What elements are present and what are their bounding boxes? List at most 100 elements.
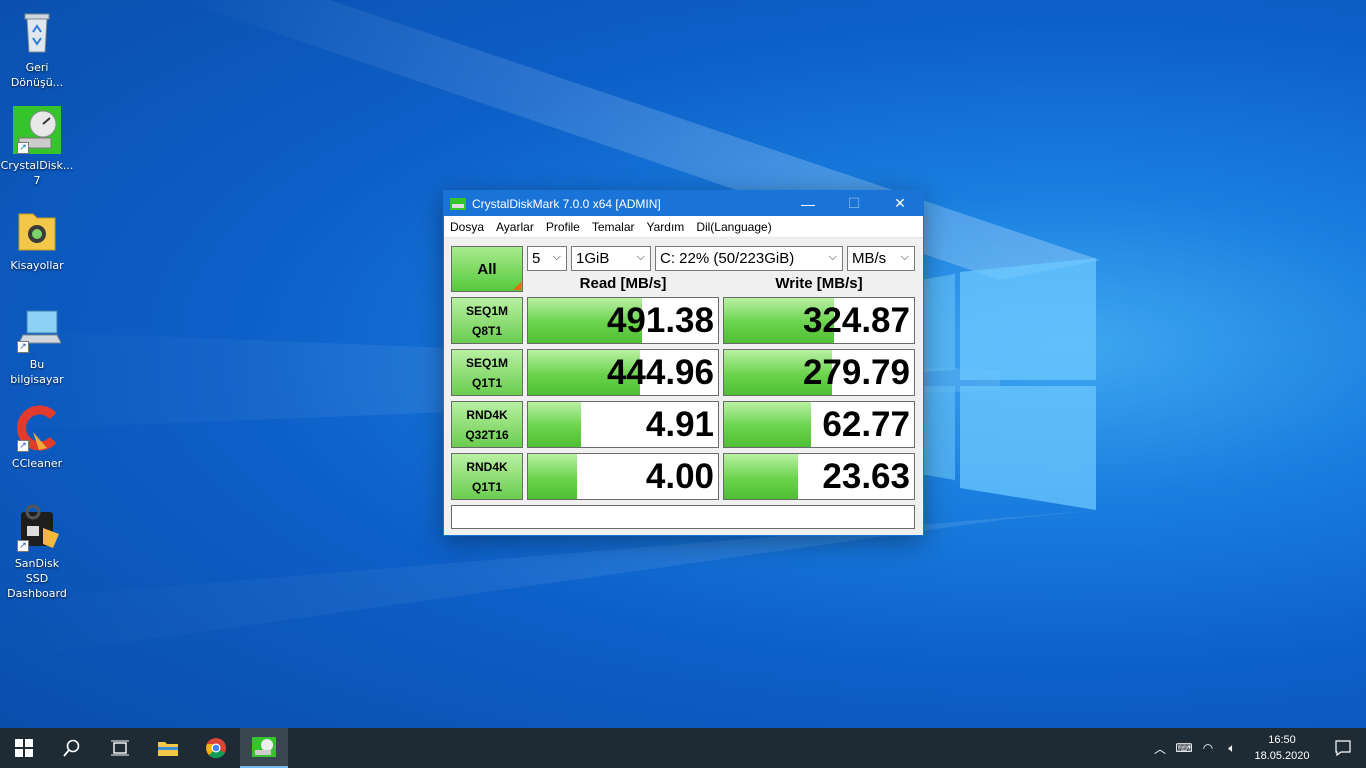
read-value: 4.91: [645, 405, 714, 444]
taskbar-crystaldiskmark[interactable]: [240, 728, 288, 768]
menu-language[interactable]: Dil(Language): [690, 220, 777, 234]
write-progress-bar: [724, 454, 799, 499]
test-button[interactable]: SEQ1M Q1T1: [451, 349, 523, 396]
read-value: 4.00: [645, 457, 714, 496]
desktop-icon-label: Kisayollar: [10, 259, 64, 272]
system-tray: ︿ ⌨ ◠ 🔈︎ 16:50 18.05.2020: [1148, 728, 1366, 768]
unit-value: MB/s: [852, 250, 887, 267]
test-button[interactable]: SEQ1M Q8T1: [451, 297, 523, 344]
shortcut-arrow-icon: ↗: [17, 341, 29, 353]
desktop-icon-ccleaner[interactable]: ↗ CCleaner: [2, 404, 72, 471]
read-result-cell: 4.91: [527, 401, 719, 448]
run-all-label: All: [477, 260, 497, 278]
computer-icon: ↗: [13, 305, 62, 353]
shortcut-arrow-icon: ↗: [17, 540, 29, 552]
unit-select[interactable]: MB/s ⌵: [847, 246, 915, 271]
maximize-button: ☐: [847, 195, 861, 211]
clock-date: 18.05.2020: [1254, 750, 1310, 762]
read-result-cell: 491.38: [527, 297, 719, 344]
test-size-select[interactable]: 1GiB ⌵: [571, 246, 651, 271]
chevron-down-icon: ⌵: [828, 251, 837, 263]
write-value: 279.79: [802, 353, 910, 392]
desktop-icon-label: Geri Dönüşü...: [10, 61, 64, 89]
desktop-icon-label: SanDisk SSD Dashboard: [7, 557, 67, 600]
taskbar: ︿ ⌨ ◠ 🔈︎ 16:50 18.05.2020: [0, 728, 1366, 768]
menu-bar: Dosya Ayarlar Profile Temalar Yardım Dil…: [444, 216, 923, 238]
test-name: RND4K: [466, 459, 508, 474]
read-result-cell: 444.96: [527, 349, 719, 396]
read-header: Read [MB/s]: [579, 275, 667, 292]
drive-value: C: 22% (50/223GiB): [660, 250, 795, 267]
corner-marker: [513, 282, 521, 290]
desktop-icon-crystaldiskmark[interactable]: ↗ CrystalDisk... 7: [0, 106, 74, 188]
test-count-value: 5: [532, 250, 541, 267]
menu-temalar[interactable]: Temalar: [586, 220, 641, 234]
ccleaner-icon: ↗: [13, 404, 61, 452]
read-result-cell: 4.00: [527, 453, 719, 500]
chevron-up-icon[interactable]: ︿: [1148, 728, 1172, 768]
taskbar-chrome[interactable]: [192, 728, 240, 768]
start-button[interactable]: [0, 728, 48, 768]
chevron-down-icon: ⌵: [636, 251, 645, 263]
write-result-cell: 324.87: [723, 297, 915, 344]
test-queue: Q8T1: [471, 323, 502, 338]
task-view-button[interactable]: [96, 728, 144, 768]
test-queue: Q1T1: [471, 375, 502, 390]
chevron-down-icon: ⌵: [552, 251, 561, 263]
test-name: SEQ1M: [465, 355, 508, 370]
chrome-icon: [206, 738, 226, 759]
read-progress-bar: [528, 454, 578, 499]
menu-dosya[interactable]: Dosya: [444, 220, 490, 234]
test-queue: Q32T16: [465, 427, 509, 442]
clock[interactable]: 16:50 18.05.2020: [1244, 732, 1320, 764]
folder-icon: [13, 206, 61, 254]
notifications-icon[interactable]: [1320, 728, 1366, 768]
crystaldiskmark-app-icon: [450, 197, 466, 210]
desktop-icon-sandisk[interactable]: ↗ SanDisk SSD Dashboard: [2, 504, 72, 601]
title-bar[interactable]: CrystalDiskMark 7.0.0 x64 [ADMIN] — ☐ ✕: [444, 191, 923, 216]
write-value: 23.63: [822, 457, 910, 496]
taskbar-file-explorer[interactable]: [144, 728, 192, 768]
test-button[interactable]: RND4K Q32T16: [451, 401, 523, 448]
recycle-bin-icon: [13, 8, 61, 56]
menu-yardim[interactable]: Yardım: [641, 220, 691, 234]
shortcut-arrow-icon: ↗: [17, 440, 29, 452]
write-result-cell: 23.63: [723, 453, 915, 500]
crystaldiskmark-window: CrystalDiskMark 7.0.0 x64 [ADMIN] — ☐ ✕ …: [443, 190, 924, 536]
menu-ayarlar[interactable]: Ayarlar: [490, 220, 540, 234]
folder-icon: [158, 742, 178, 756]
test-button[interactable]: RND4K Q1T1: [451, 453, 523, 500]
write-value: 324.87: [802, 301, 910, 340]
windows-icon: [15, 739, 33, 757]
test-size-value: 1GiB: [576, 250, 610, 267]
drive-select[interactable]: C: 22% (50/223GiB) ⌵: [655, 246, 843, 271]
desktop-icon-bu-bilgisayar[interactable]: ↗ Bu bilgisayar: [2, 305, 72, 387]
crystaldiskmark-icon: [252, 737, 276, 757]
window-title: CrystalDiskMark 7.0.0 x64 [ADMIN]: [472, 196, 661, 211]
test-count-select[interactable]: 5 ⌵: [527, 246, 567, 271]
write-progress-bar: [724, 402, 812, 447]
wifi-icon[interactable]: ◠: [1196, 728, 1220, 768]
menu-profile[interactable]: Profile: [540, 220, 586, 234]
test-name: RND4K: [466, 407, 508, 422]
shortcut-arrow-icon: ↗: [17, 142, 29, 154]
search-button[interactable]: [48, 728, 96, 768]
action-center-icon: [1335, 740, 1351, 756]
write-result-cell: 62.77: [723, 401, 915, 448]
volume-icon[interactable]: 🔈︎: [1220, 728, 1244, 768]
desktop-icon-label: CrystalDisk... 7: [0, 159, 74, 187]
clock-time: 16:50: [1268, 734, 1296, 746]
close-button[interactable]: ✕: [877, 191, 923, 216]
desktop-icon-recycle-bin[interactable]: Geri Dönüşü...: [2, 8, 72, 90]
test-name: SEQ1M: [465, 303, 508, 318]
run-all-button[interactable]: All: [451, 246, 523, 292]
minimize-button[interactable]: —: [785, 191, 831, 216]
comment-field[interactable]: [451, 505, 915, 529]
read-progress-bar: [528, 402, 582, 447]
desktop-icon-kisayollar[interactable]: Kisayollar: [2, 206, 72, 273]
search-icon: [63, 739, 80, 757]
desktop-icon-label: CCleaner: [11, 457, 63, 470]
keyboard-icon[interactable]: ⌨: [1172, 728, 1196, 768]
sandisk-icon: ↗: [13, 504, 61, 552]
read-value: 444.96: [606, 353, 714, 392]
